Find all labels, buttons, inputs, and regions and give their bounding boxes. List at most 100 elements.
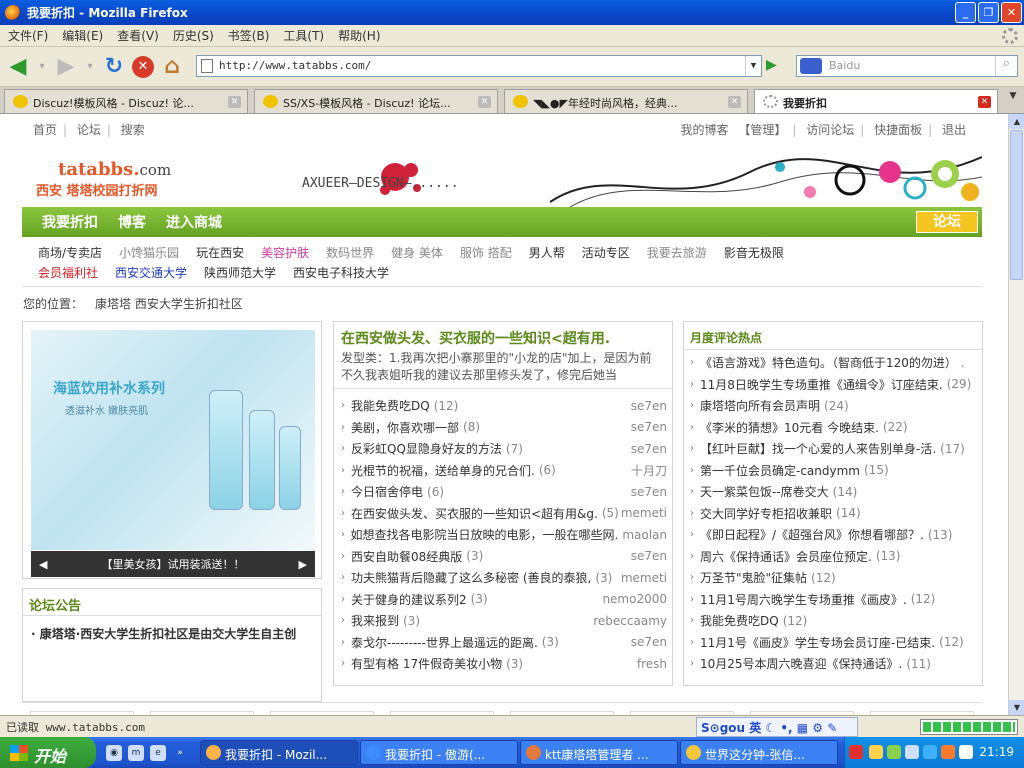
ad-caption[interactable]: 【里美女孩】试用装派送！！: [102, 556, 245, 572]
scroll-down-icon[interactable]: ▼: [1009, 700, 1024, 715]
menu-history[interactable]: 历史(S): [173, 27, 220, 44]
link-home[interactable]: 首页: [33, 123, 57, 137]
hot-item[interactable]: › 11月8日晚学生专场重推《通缉令》订座结束. (29): [690, 374, 978, 396]
back-dropdown-icon[interactable]: ▾: [36, 53, 48, 81]
network-icon[interactable]: [869, 745, 883, 759]
nav-mall[interactable]: 进入商城: [166, 212, 222, 232]
go-icon[interactable]: ▶: [766, 57, 784, 75]
tab-fashion-style[interactable]: ◥◣●◤年经时尚风格，经典... ✕: [504, 89, 748, 113]
baidu-paw-icon[interactable]: [800, 58, 822, 74]
thread-author[interactable]: fresh: [637, 657, 667, 671]
quick-launch-more-icon[interactable]: »: [172, 745, 188, 761]
cat-snacks[interactable]: 小馋猫乐园: [119, 244, 179, 261]
cat-fun[interactable]: 玩在西安: [196, 244, 244, 261]
reload-icon[interactable]: ↻: [100, 53, 128, 81]
nav-blog[interactable]: 博客: [118, 212, 146, 232]
thread-author[interactable]: memeti: [621, 506, 667, 520]
tab-active-discount[interactable]: 我要折扣 ✕: [754, 89, 998, 113]
link-quick-panel[interactable]: 快捷面板: [874, 123, 922, 137]
maxthon-icon[interactable]: m: [128, 745, 144, 761]
thread-row[interactable]: › 如想查找各电影院当日放映的电影，一般在哪些网. maolan: [341, 524, 667, 546]
cat-mall[interactable]: 商场/专卖店: [38, 244, 102, 261]
clock[interactable]: 21:19: [979, 745, 1014, 759]
address-bar[interactable]: http://www.tatabbs.com/ ▼: [196, 55, 762, 77]
sogou-tray-icon[interactable]: [849, 745, 863, 759]
qq-tray-icon[interactable]: [923, 745, 937, 759]
hot-item[interactable]: › 周六《保持通话》会员座位预定. (13): [690, 546, 978, 568]
hot-item[interactable]: › 《即日起程》/《超强台风》你想看哪部？. (13): [690, 524, 978, 546]
thread-row[interactable]: › 我来报到 (3) rebeccaamy: [341, 610, 667, 632]
back-icon[interactable]: ◀: [4, 53, 32, 81]
nav-discount[interactable]: 我要折扣: [42, 212, 98, 232]
thread-row[interactable]: › 关于健身的建议系列2 (3) nemo2000: [341, 589, 667, 611]
link-forum[interactable]: 论坛: [77, 123, 101, 137]
cat-beauty[interactable]: 美容护肤: [261, 244, 309, 261]
cat-xjtu[interactable]: 西安交通大学: [115, 264, 187, 281]
hot-item[interactable]: › 10月25号本周六晚喜迎《保持通话》. (11): [690, 653, 978, 675]
tab-close-icon[interactable]: ✕: [728, 96, 741, 108]
volume-icon[interactable]: [905, 745, 919, 759]
thread-row[interactable]: › 功夫熊猫背后隐藏了这么多秘密 (善良的泰狼, (3) memeti: [341, 567, 667, 589]
link-search[interactable]: 搜索: [121, 123, 145, 137]
minimize-button[interactable]: _: [955, 2, 976, 23]
forward-dropdown-icon[interactable]: ▾: [84, 53, 96, 81]
forum-button[interactable]: 论坛: [916, 211, 978, 233]
breadcrumb-link[interactable]: 康塔塔 西安大学生折扣社区: [95, 297, 243, 311]
menu-tools[interactable]: 工具(T): [283, 27, 330, 44]
address-dropdown-icon[interactable]: ▼: [745, 56, 761, 76]
tab-discuz-style[interactable]: Discuz!模板风格 - Discuz! 论... ✕: [4, 89, 248, 113]
cat-travel[interactable]: 我要去旅游: [647, 244, 707, 261]
thread-author[interactable]: se7en: [631, 635, 667, 649]
cat-fitness[interactable]: 健身 美体: [391, 244, 443, 261]
tab-close-icon[interactable]: ✕: [478, 96, 491, 108]
thread-author[interactable]: 十月刀: [631, 462, 667, 479]
window-titlebar[interactable]: 我要折扣 - Mozilla Firefox _ ❐ ✕: [0, 0, 1024, 25]
security-tray-icon[interactable]: [941, 745, 955, 759]
ad-image[interactable]: 海蓝饮用补水系列 透滋补水 嫩肤亮肌: [31, 330, 315, 550]
cat-men[interactable]: 男人帮: [529, 244, 565, 261]
hot-item[interactable]: › 《李米的猜想》10元看 今晚结束. (22): [690, 417, 978, 439]
cat-media[interactable]: 影音无极限: [724, 244, 784, 261]
hot-item[interactable]: › 交大同学好专柜招收兼职 (14): [690, 503, 978, 525]
search-box[interactable]: Baidu ⌕: [796, 55, 1018, 77]
search-icon[interactable]: ⌕: [995, 56, 1017, 76]
thread-row[interactable]: › 反彩虹QQ显隐身好友的方法 (7) se7en: [341, 438, 667, 460]
task-qq-chat[interactable]: ktt康塔塔管理者 ...: [520, 740, 678, 765]
thread-row[interactable]: › 泰戈尔---------世界上最遥远的距离. (3) se7en: [341, 632, 667, 654]
thread-author[interactable]: nemo2000: [602, 592, 667, 606]
start-button[interactable]: 开始: [0, 737, 96, 768]
cat-snnu[interactable]: 陕西师范大学: [204, 264, 276, 281]
thread-author[interactable]: se7en: [631, 549, 667, 563]
thread-row[interactable]: › 在西安做头发、买衣服的一些知识<超有用&g. (5) memeti: [341, 503, 667, 525]
hot-item[interactable]: › 天一紫菜包饭--席卷交大 (14): [690, 481, 978, 503]
close-button[interactable]: ✕: [1001, 2, 1022, 23]
thread-author[interactable]: se7en: [631, 442, 667, 456]
hot-item[interactable]: › 万圣节"鬼脸"征集帖 (12): [690, 567, 978, 589]
cat-xidian[interactable]: 西安电子科技大学: [293, 264, 389, 281]
thread-author[interactable]: memeti: [621, 571, 667, 585]
cat-welfare[interactable]: 会员福利社: [38, 264, 98, 281]
site-logo[interactable]: tatabbs.com: [58, 159, 171, 180]
link-admin[interactable]: 【管理】: [738, 123, 786, 137]
thread-author[interactable]: se7en: [631, 485, 667, 499]
announcement-item[interactable]: · 康塔塔·西安大学生折扣社区是由交大学生自主创: [31, 625, 296, 642]
maximize-button[interactable]: ❐: [978, 2, 999, 23]
cat-events[interactable]: 活动专区: [582, 244, 630, 261]
link-my-blog[interactable]: 我的博客: [680, 123, 728, 137]
link-visit-forum[interactable]: 访问论坛: [806, 123, 854, 137]
thread-author[interactable]: rebeccaamy: [593, 614, 667, 628]
menu-help[interactable]: 帮助(H): [338, 27, 386, 44]
hot-item[interactable]: › 我能免费吃DQ (12): [690, 610, 978, 632]
task-music[interactable]: 世界这分钟-张信...: [680, 740, 838, 765]
shield-icon[interactable]: [887, 745, 901, 759]
thread-row[interactable]: › 今日宿舍停电 (6) se7en: [341, 481, 667, 503]
cat-fashion[interactable]: 服饰 搭配: [460, 244, 512, 261]
thread-author[interactable]: maolan: [622, 528, 667, 542]
thread-row[interactable]: › 有型有格 17件假奇美妆小物 (3) fresh: [341, 653, 667, 675]
thread-row[interactable]: › 光棍节的祝福，送给单身的兄合们. (6) 十月刀: [341, 460, 667, 482]
cat-digital[interactable]: 数码世界: [326, 244, 374, 261]
task-maxthon[interactable]: 我要折扣 - 傲游(...: [360, 740, 518, 765]
thread-author[interactable]: se7en: [631, 399, 667, 413]
thread-author[interactable]: se7en: [631, 420, 667, 434]
hot-item[interactable]: › 11月1号《画皮》学生专场会员订座-已结束. (12): [690, 632, 978, 654]
